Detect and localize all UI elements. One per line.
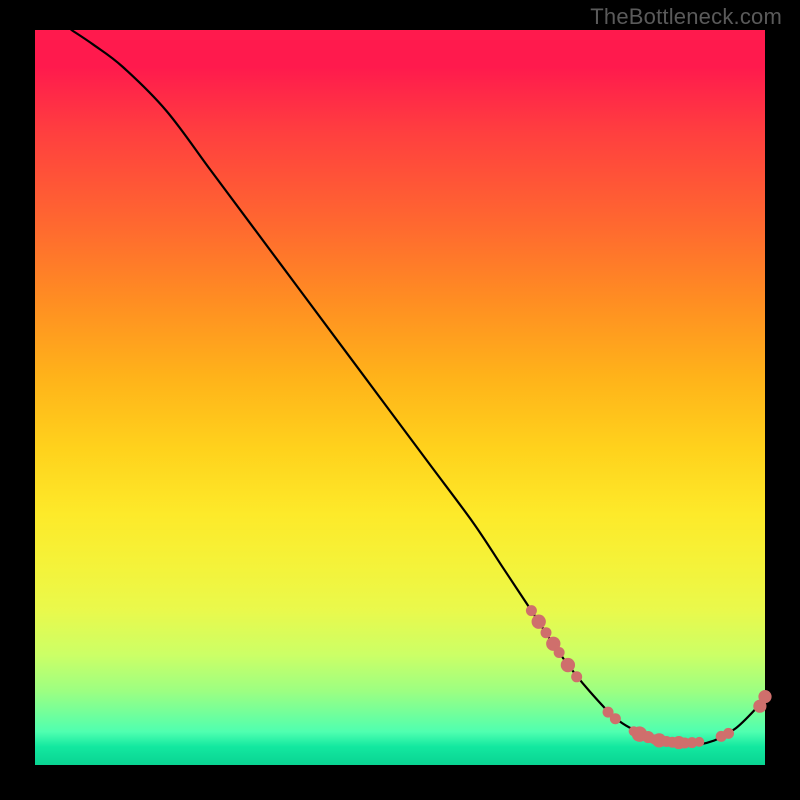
curve-marker [758,690,771,703]
curve-marker [561,658,575,672]
watermark-text: TheBottleneck.com [590,4,782,30]
chart-stage: TheBottleneck.com [0,0,800,800]
curve-svg [35,30,765,765]
bottleneck-curve [72,30,766,744]
curve-marker [532,615,546,629]
curve-marker [694,737,704,747]
curve-marker [723,728,734,739]
curve-marker [526,605,537,616]
plot-area [35,30,765,765]
curve-marker [571,671,582,682]
curve-marker [541,627,552,638]
curve-markers [526,605,772,749]
curve-marker [554,647,565,658]
curve-marker [610,713,621,724]
